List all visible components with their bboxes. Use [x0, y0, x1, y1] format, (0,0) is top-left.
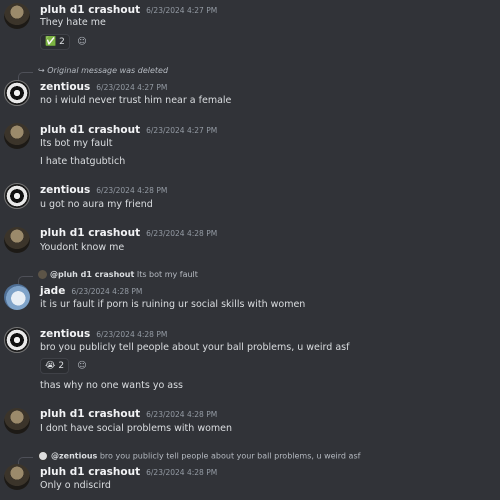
message-text: I dont have social problems with women	[40, 423, 233, 434]
reply-author: @zentious	[51, 451, 98, 461]
author-name[interactable]: pluh d1 crashout 6/23/2024 4:27 PM	[40, 4, 217, 16]
reaction-count: 2	[58, 361, 65, 371]
reply-avatar	[38, 451, 48, 461]
message-text: Youdont know me	[40, 242, 125, 253]
reaction-pill[interactable]: ✅ 2	[40, 34, 70, 50]
timestamp: 6/23/2024 4:27 PM	[146, 126, 218, 135]
message-text: Only o ndiscird	[40, 480, 111, 491]
author-name[interactable]: zentious 6/23/2024 4:27 PM	[40, 81, 167, 93]
add-reaction-icon[interactable]: ☺	[76, 360, 88, 372]
check-emoji-icon: ✅	[45, 37, 57, 47]
avatar[interactable]	[4, 3, 30, 29]
message-text: They hate me	[40, 17, 106, 28]
reaction-pill[interactable]: 😭 2	[40, 358, 70, 374]
timestamp: 6/23/2024 4:28 PM	[96, 330, 168, 339]
avatar[interactable]	[4, 80, 30, 106]
message-text: thas why no one wants yo ass	[40, 380, 184, 391]
message-text: it is ur fault if porn is ruining ur soc…	[40, 299, 306, 310]
reply-arrow-icon: ↪	[38, 66, 45, 75]
message-text: u got no aura my friend	[40, 199, 153, 210]
reply-text: Original message was deleted	[47, 66, 169, 75]
author-name[interactable]: zentious 6/23/2024 4:28 PM	[40, 184, 167, 196]
timestamp: 6/23/2024 4:28 PM	[146, 468, 218, 477]
author-name[interactable]: zentious 6/23/2024 4:28 PM	[40, 328, 167, 340]
author-name[interactable]: pluh d1 crashout 6/23/2024 4:28 PM	[40, 227, 217, 239]
message-text: bro you publicly tell people about your …	[40, 342, 350, 353]
timestamp: 6/23/2024 4:28 PM	[71, 287, 143, 296]
timestamp: 6/23/2024 4:27 PM	[146, 6, 218, 15]
author-name[interactable]: jade 6/23/2024 4:28 PM	[40, 285, 142, 297]
author-name[interactable]: pluh d1 crashout 6/23/2024 4:28 PM	[40, 408, 217, 420]
message-text: no i wiuld never trust him near a female	[40, 95, 232, 106]
avatar[interactable]	[4, 183, 30, 209]
reply-text: bro you publicly tell people about your …	[99, 451, 361, 461]
timestamp: 6/23/2024 4:28 PM	[146, 410, 218, 419]
avatar[interactable]	[4, 227, 30, 253]
author-name[interactable]: pluh d1 crashout 6/23/2024 4:27 PM	[40, 124, 217, 136]
add-reaction-icon[interactable]: ☺	[76, 36, 88, 48]
timestamp: 6/23/2024 4:27 PM	[96, 83, 168, 92]
reply-author: @pluh d1 crashout	[50, 270, 135, 279]
timestamp: 6/23/2024 4:28 PM	[96, 186, 168, 195]
author-name[interactable]: pluh d1 crashout 6/23/2024 4:28 PM	[40, 466, 217, 478]
reply-avatar	[38, 270, 47, 279]
avatar[interactable]	[4, 284, 30, 310]
sob-emoji-icon: 😭	[45, 361, 56, 371]
message-text: Its bot my fault	[40, 138, 113, 149]
reaction-count: 2	[59, 37, 65, 47]
timestamp: 6/23/2024 4:28 PM	[146, 229, 218, 238]
message-text: I hate thatgubtich	[40, 156, 126, 167]
avatar[interactable]	[4, 327, 30, 353]
avatar[interactable]	[4, 408, 30, 434]
reply-text: Its bot my fault	[136, 270, 198, 279]
avatar[interactable]	[4, 464, 30, 490]
avatar[interactable]	[4, 123, 30, 149]
